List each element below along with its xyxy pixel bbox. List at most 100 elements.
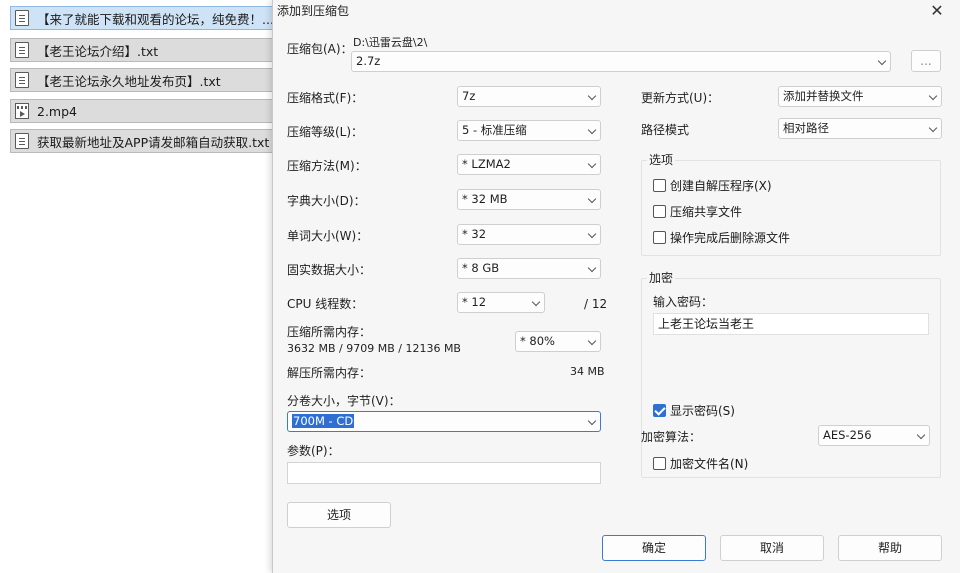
split-size-combo[interactable]: 700M - CD [287,411,601,432]
chevron-down-icon [587,194,597,204]
password-label: 输入密码： [653,295,714,309]
shared-checkbox[interactable]: 压缩共享文件 [653,203,742,220]
file-name: 【老王论坛永久地址发布页】.txt [37,73,221,89]
mem-decomp-label: 解压所需内存： [287,366,372,380]
update-select[interactable]: 添加并替换文件 [778,86,942,107]
file-name: 【来了就能下载和观看的论坛，纯免费！... [37,11,274,27]
chevron-down-icon [531,297,541,307]
cpu-label: CPU 线程数： [287,297,364,311]
document-icon [15,72,29,88]
archive-label: 压缩包(A)： [287,42,353,56]
show-password-label: 显示密码(S) [670,404,735,418]
update-label: 更新方式(U)： [641,91,720,105]
params-input[interactable] [287,462,601,484]
path-mode-select[interactable]: 相对路径 [778,118,942,139]
chevron-down-icon [587,263,597,273]
show-password-checkbox[interactable]: 显示密码(S) [653,402,735,419]
format-value: 7z [462,89,476,103]
document-icon [15,42,29,58]
checkbox-box[interactable] [653,179,666,192]
delete-source-label: 操作完成后删除源文件 [670,231,791,245]
cpu-value: * 12 [462,295,487,309]
ok-button[interactable]: 确定 [602,535,706,561]
archive-name-value: 2.7z [356,54,381,68]
update-value: 添加并替换文件 [783,89,864,103]
shared-label: 压缩共享文件 [670,205,743,219]
file-item[interactable]: 【来了就能下载和观看的论坛，纯免费！... [10,6,278,30]
options-group-title: 选项 [647,151,676,168]
password-input[interactable]: 上老王论坛当老王 [653,313,929,335]
sfx-checkbox[interactable]: 创建自解压程序(X) [653,177,772,194]
chevron-down-icon [587,416,597,426]
checkbox-box[interactable] [653,404,666,417]
chevron-down-icon [928,123,938,133]
params-label: 参数(P)： [287,444,340,458]
checkbox-box[interactable] [653,205,666,218]
format-select[interactable]: 7z [457,86,601,107]
mem-decomp-value: 34 MB [570,365,605,378]
level-select[interactable]: 5 - 标准压缩 [457,120,601,141]
word-select[interactable]: * 32 [457,224,601,245]
split-label: 分卷大小，字节(V)： [287,394,401,408]
path-mode-value: 相对路径 [783,121,829,135]
enc-method-value: AES-256 [823,428,872,442]
dialog-title: 添加到压缩包 [277,4,350,18]
encrypt-names-label: 加密文件名(N) [670,457,749,471]
document-icon [15,10,29,26]
cpu-total: / 12 [584,297,608,311]
checkbox-box[interactable] [653,231,666,244]
method-select[interactable]: * LZMA2 [457,154,601,175]
file-item[interactable]: 2.mp4 [10,99,278,123]
file-item[interactable]: 【老王论坛永久地址发布页】.txt [10,68,278,92]
mem-percent-select[interactable]: * 80% [515,331,601,352]
checkbox-box[interactable] [653,457,666,470]
chevron-down-icon [587,91,597,101]
delete-source-checkbox[interactable]: 操作完成后删除源文件 [653,229,790,246]
dict-value: * 32 MB [462,192,508,206]
level-value: 5 - 标准压缩 [462,123,527,137]
cpu-select[interactable]: * 12 [457,292,545,313]
file-item[interactable]: 【老王论坛介绍】.txt [10,38,278,62]
path-mode-label: 路径模式 [641,123,690,137]
video-file-icon [15,103,29,119]
format-label: 压缩格式(F)： [287,91,364,105]
chevron-down-icon [587,229,597,239]
help-button[interactable]: 帮助 [838,535,942,561]
dict-select[interactable]: * 32 MB [457,189,601,210]
mem-comp-label: 压缩所需内存： [287,325,372,339]
mem-percent-value: * 80% [520,334,555,348]
method-value: * LZMA2 [462,157,511,171]
file-name: 获取最新地址及APP请发邮箱自动获取.txt [37,134,270,150]
mem-comp-value: 3632 MB / 9709 MB / 12136 MB [287,342,461,355]
method-label: 压缩方法(M)： [287,159,367,173]
archive-path: D:\迅雷云盘\2\ [353,36,428,49]
dict-label: 字典大小(D)： [287,194,366,208]
close-icon[interactable]: ✕ [928,2,946,20]
encryption-group-title: 加密 [647,269,676,286]
enc-method-label: 加密算法： [641,430,702,444]
document-icon [15,133,29,149]
level-label: 压缩等级(L)： [287,125,364,139]
cancel-button[interactable]: 取消 [720,535,824,561]
word-label: 单词大小(W)： [287,229,369,243]
add-to-archive-dialog: 添加到压缩包 ✕ 压缩包(A)： D:\迅雷云盘\2\ 2.7z ... 压缩格… [272,0,960,573]
archive-name-combo[interactable]: 2.7z [351,51,891,72]
options-button[interactable]: 选项 [287,502,391,528]
chevron-down-icon [587,159,597,169]
solid-select[interactable]: * 8 GB [457,258,601,279]
enc-method-select[interactable]: AES-256 [818,425,930,446]
solid-label: 固实数据大小： [287,263,372,277]
encrypt-names-checkbox[interactable]: 加密文件名(N) [653,455,748,472]
chevron-down-icon [916,430,926,440]
chevron-down-icon [877,56,887,66]
sfx-label: 创建自解压程序(X) [670,179,772,193]
chevron-down-icon [587,336,597,346]
file-list: 【来了就能下载和观看的论坛，纯免费！... 【老王论坛介绍】.txt 【老王论坛… [0,0,280,573]
chevron-down-icon [587,125,597,135]
chevron-down-icon [928,91,938,101]
file-item[interactable]: 获取最新地址及APP请发邮箱自动获取.txt [10,129,278,153]
word-value: * 32 [462,227,487,241]
file-name: 2.mp4 [37,103,77,119]
file-name: 【老王论坛介绍】.txt [37,43,159,59]
browse-button[interactable]: ... [911,50,941,72]
